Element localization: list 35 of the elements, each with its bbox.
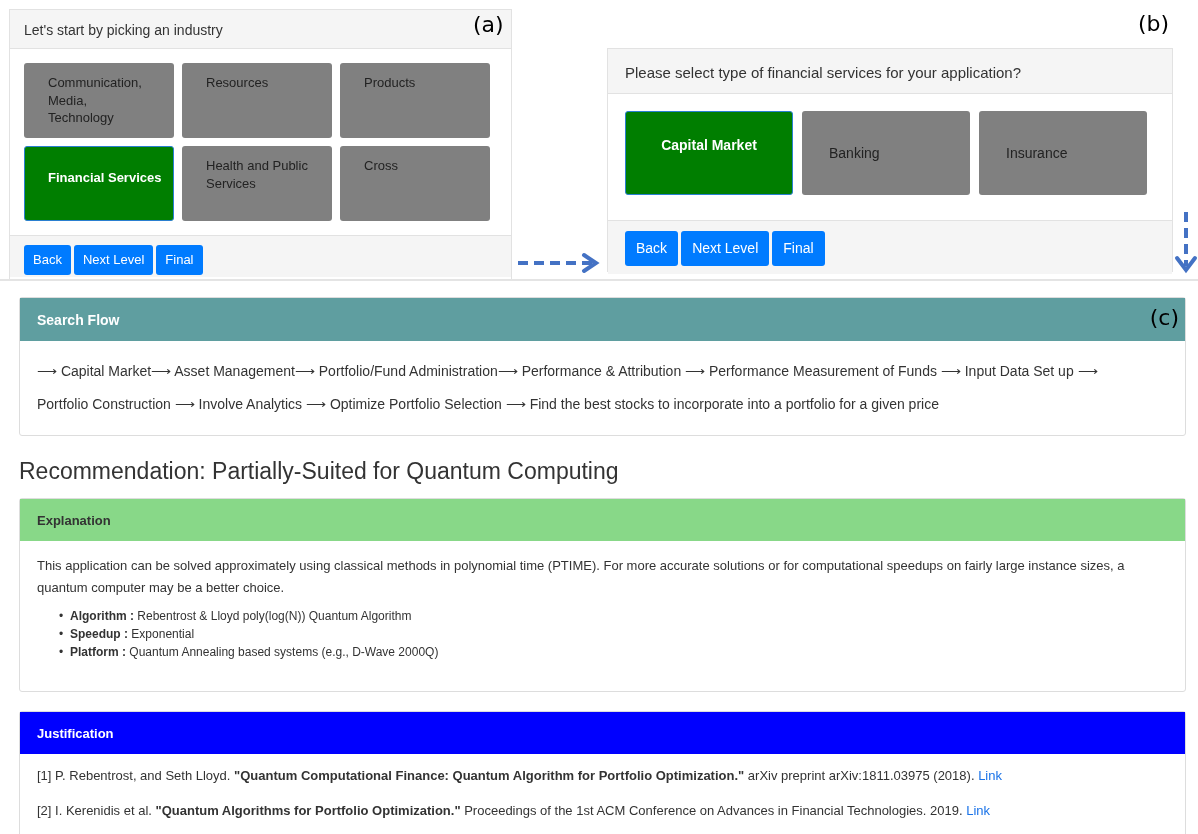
list-bullet: • xyxy=(59,643,65,661)
option-tile[interactable]: Cross xyxy=(340,146,490,221)
card-header: Justification xyxy=(20,711,1185,754)
option-tile[interactable]: Insurance xyxy=(979,111,1147,195)
reference-text: [1] P. Rebentrost, and Seth Lloyd. "Quantum Computational Finance: Quantum Algorithm for Portfolio Optimization." arXiv preprint arXiv:1811.03975 (2018). Link xyxy=(37,766,1003,785)
reference-text: [2] I. Kerenidis et al. "Quantum Algorithms for Portfolio Optimization." Proceedings of the 1st ACM Conference on Advances in Financial Technologies. 2019. Link xyxy=(37,802,992,821)
reference-link[interactable]: Link xyxy=(978,767,1002,783)
detail-item: Algorithm : Rebentrost & Lloyd poly(log(N)) Quantum Algorithm xyxy=(70,607,412,625)
back-button[interactable]: Back xyxy=(625,231,679,266)
list-bullet: • xyxy=(59,607,65,625)
recommendation-heading: Recommendation: Partially-Suited for Quantum Computing xyxy=(19,458,620,486)
panel-label: (c) xyxy=(1149,307,1179,329)
option-tile[interactable]: Communication, Media, Technology xyxy=(24,63,174,138)
option-tile[interactable]: Health and Public Services xyxy=(182,146,332,221)
detail-item: Speedup : Exponential xyxy=(70,625,195,643)
list-bullet: • xyxy=(59,625,65,643)
explanation-text: This application can be solved approximately using classical methods in polynomial time (PTIME). For more accurate solutions or for computational speedups on fairly large instance sizes, a quantum computer may be a better choice. xyxy=(37,556,1126,597)
detail-item: Platform : Quantum Annealing based systems (e.g., D-Wave 2000Q) xyxy=(70,643,439,661)
next-level-button[interactable]: Next Level xyxy=(73,245,154,275)
panel-title: Please select type of financial services for your application? xyxy=(608,49,1172,94)
flow-path-text: ⟶ Capital Market⟶ Asset Management⟶ Portfolio/Fund Administration⟶ Performance & Attribution ⟶ Performance Measurement of Funds ⟶ Input Data Set up ⟶ Portfolio Construction ⟶ Involve Analytics ⟶ Optimize Portfolio Selection ⟶ Find the best stocks to incorporate into a portfolio for a given price xyxy=(37,362,1099,414)
back-button[interactable]: Back xyxy=(24,245,71,275)
option-tile[interactable]: Banking xyxy=(802,111,970,195)
reference-link[interactable]: Link xyxy=(966,803,991,819)
option-tile[interactable]: Financial Services xyxy=(24,146,174,221)
dashed-arrow xyxy=(1175,212,1197,274)
option-tile[interactable]: Capital Market xyxy=(625,111,793,195)
panel-label: (b) xyxy=(1138,13,1170,35)
option-tile[interactable]: Resources xyxy=(182,63,332,138)
final-button[interactable]: Final xyxy=(772,231,825,266)
card-header: Explanation xyxy=(20,498,1185,541)
option-tile[interactable]: Products xyxy=(340,63,490,138)
panel-label: (a) xyxy=(473,14,504,36)
final-button[interactable]: Final xyxy=(156,245,203,275)
next-level-button[interactable]: Next Level xyxy=(681,231,770,266)
